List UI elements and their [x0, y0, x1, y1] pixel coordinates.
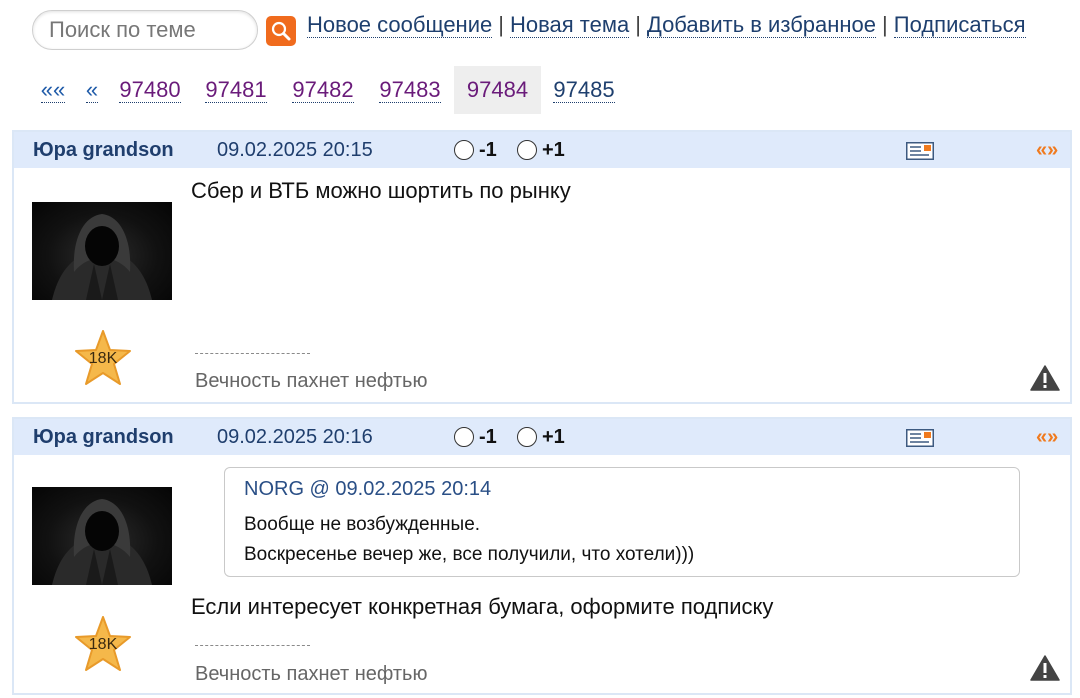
separator: | — [498, 12, 504, 37]
report-warning-icon[interactable] — [1030, 655, 1060, 681]
radio-icon — [454, 140, 474, 160]
quote-text-line: Вообще не возбужденные. — [244, 514, 481, 535]
quote-reply-button[interactable]: «» — [1036, 132, 1058, 168]
forum-post: Юра grandson 09.02.2025 20:15 -1 +1 «» 1… — [12, 130, 1072, 404]
page-link-97481[interactable]: 97481 — [198, 66, 274, 114]
separator: | — [882, 12, 888, 37]
top-toolbar: Поиск по теме Новое сообщение | Новая тема… — [0, 0, 1080, 62]
topic-actions: Новое сообщение | Новая тема | Добавить в из… — [307, 12, 1026, 38]
quote-header[interactable]: NORG @ 09.02.2025 20:14 — [244, 478, 491, 501]
search-button[interactable] — [266, 16, 296, 46]
post-signature: Вечность пахнет нефтью — [195, 663, 428, 685]
current-page: 97484 — [454, 66, 541, 114]
post-header: Юра grandson 09.02.2025 20:15 -1 +1 «» — [14, 132, 1070, 168]
post-signature: Вечность пахнет нефтью — [195, 370, 428, 392]
author-name[interactable]: Юра grandson — [33, 132, 174, 168]
subscribe-link[interactable]: Подписаться — [893, 12, 1026, 38]
hooded-figure-icon — [52, 214, 152, 300]
private-message-icon[interactable] — [906, 142, 934, 160]
page-link-97483[interactable]: 97483 — [372, 66, 448, 114]
page-link-97480[interactable]: 97480 — [112, 66, 188, 114]
private-message-icon[interactable] — [906, 429, 934, 447]
rating-star: 18K — [74, 329, 132, 387]
page-link-97485[interactable]: 97485 — [546, 66, 622, 114]
author-name[interactable]: Юра grandson — [33, 419, 174, 455]
rating-star: 18K — [74, 615, 132, 673]
avatar[interactable] — [32, 487, 172, 585]
radio-icon — [517, 140, 537, 160]
vote-plus[interactable]: +1 — [517, 140, 565, 160]
report-warning-icon[interactable] — [1030, 365, 1060, 391]
signature-divider — [195, 645, 310, 646]
hooded-figure-icon — [52, 499, 152, 585]
avatar[interactable] — [32, 202, 172, 300]
rating-value: 18K — [88, 636, 118, 653]
signature-divider — [195, 353, 310, 354]
new-message-link[interactable]: Новое сообщение — [307, 12, 493, 38]
quote-reply-button[interactable]: «» — [1036, 419, 1058, 455]
rating-value: 18K — [88, 350, 118, 367]
post-text: Если интересует конкретная бумага, оформ… — [191, 594, 774, 619]
post-date[interactable]: 09.02.2025 20:16 — [217, 419, 373, 455]
vote-plus[interactable]: +1 — [517, 427, 565, 447]
post-text: Сбер и ВТБ можно шортить по рынку — [191, 178, 571, 203]
search-icon — [271, 21, 291, 41]
page-link-97482[interactable]: 97482 — [285, 66, 361, 114]
forum-post: Юра grandson 09.02.2025 20:16 -1 +1 «» 1… — [12, 417, 1072, 695]
post-date[interactable]: 09.02.2025 20:15 — [217, 132, 373, 168]
quote-text-line: Воскресенье вечер же, все получили, что … — [244, 544, 695, 565]
post-header: Юра grandson 09.02.2025 20:16 -1 +1 «» — [14, 419, 1070, 455]
search-input[interactable]: Поиск по теме — [32, 10, 258, 50]
vote-minus[interactable]: -1 — [454, 427, 497, 447]
vote-minus[interactable]: -1 — [454, 140, 497, 160]
add-favorite-link[interactable]: Добавить в избранное — [646, 12, 877, 38]
new-topic-link[interactable]: Новая тема — [509, 12, 630, 38]
first-page-link[interactable]: «« — [38, 66, 68, 114]
radio-icon — [517, 427, 537, 447]
prev-page-link[interactable]: « — [82, 66, 102, 114]
quoted-message: NORG @ 09.02.2025 20:14 Вообще не возбуж… — [224, 467, 1020, 577]
radio-icon — [454, 427, 474, 447]
separator: | — [635, 12, 641, 37]
